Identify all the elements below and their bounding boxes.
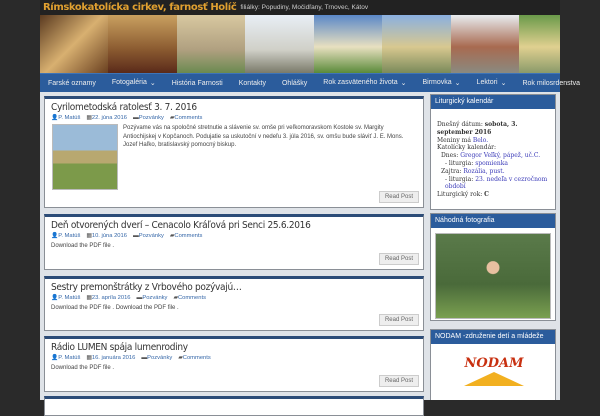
saint-link[interactable]: Gregor Veľký, pápež, uč.C. xyxy=(460,152,540,159)
post-thumbnail[interactable] xyxy=(52,124,118,190)
nav-item[interactable]: Fotogaléria ⌄ xyxy=(104,79,164,87)
post-title[interactable]: Cyrilometodská ratolesť 3. 7. 2016 xyxy=(51,102,417,113)
post-title[interactable]: Rádio LUMEN spája lumenrodiny xyxy=(51,342,417,353)
names-link[interactable]: Belo. xyxy=(473,137,488,144)
post-card: Deň otvorených dverí – Cenacolo Kráľová … xyxy=(44,214,424,270)
content-area: Cyrilometodská ratolesť 3. 7. 2016 👤P. M… xyxy=(40,92,560,416)
nav-item[interactable]: Farské oznamy xyxy=(40,80,104,87)
nav-item[interactable]: Rok milosrdenstva xyxy=(514,80,588,87)
nav-item[interactable]: Kontakty xyxy=(231,80,274,87)
post-card xyxy=(44,396,424,416)
chevron-down-icon: ⌄ xyxy=(500,80,507,87)
post-excerpt: Pozývame vás na spoločné stretnutie a sl… xyxy=(123,125,404,149)
nav-item[interactable]: Lektori ⌄ xyxy=(469,79,515,87)
saint-link[interactable]: Rozália, pust. xyxy=(463,168,504,175)
post-card: Sestry premonštrátky z Vrbového pozývajú… xyxy=(44,276,424,331)
read-post-button[interactable]: Read Post xyxy=(378,191,419,203)
post-card: Cyrilometodská ratolesť 3. 7. 2016 👤P. M… xyxy=(44,96,424,208)
post-excerpt: Download the PDF file . Download the PDF… xyxy=(51,305,179,311)
post-title[interactable]: Sestry premonštrátky z Vrbového pozývajú… xyxy=(51,282,417,293)
chevron-down-icon: ⌄ xyxy=(400,80,407,87)
page: Rímskokatolícka cirkev, farnosť Holíč fi… xyxy=(40,0,580,416)
liturgical-calendar-widget: Liturgický kalendár Dnešný dátum: sobota… xyxy=(430,94,556,210)
random-photo-widget: Náhodná fotografia xyxy=(430,213,556,321)
nodam-logo[interactable]: NODAM xyxy=(431,350,555,390)
chevron-down-icon: ⌄ xyxy=(149,80,156,87)
header-banner xyxy=(40,15,560,73)
nodam-widget: NODAM -združenie detí a mládeže NODAM xyxy=(430,329,556,400)
widget-title: Liturgický kalendár xyxy=(431,95,555,109)
read-post-button[interactable]: Read Post xyxy=(378,253,419,265)
liturgy-link[interactable]: spomienka xyxy=(475,160,508,167)
widget-title: Náhodná fotografia xyxy=(431,214,555,228)
random-photo[interactable] xyxy=(435,233,551,319)
site-title[interactable]: Rímskokatolícka cirkev, farnosť Holíč xyxy=(43,2,237,13)
read-post-button[interactable]: Read Post xyxy=(378,314,419,326)
nav-item[interactable]: Birmovka ⌄ xyxy=(414,79,468,87)
post-card: Rádio LUMEN spája lumenrodiny 👤P. Matúš ▦… xyxy=(44,336,424,392)
widget-title: NODAM -združenie detí a mládeže xyxy=(431,330,555,344)
chevron-down-icon: ⌄ xyxy=(454,80,461,87)
site-header: Rímskokatolícka cirkev, farnosť Holíč fi… xyxy=(40,0,560,15)
nav-item[interactable]: Ohlášky xyxy=(274,80,315,87)
post-excerpt: Download the PDF file . xyxy=(51,243,115,249)
site-description: filiálky: Popudiny, Močidľany, Trnovec, … xyxy=(240,4,369,11)
main-nav: Farské oznamy Fotogaléria ⌄ História Farn… xyxy=(40,73,580,92)
post-title[interactable]: Deň otvorených dverí – Cenacolo Kráľová … xyxy=(51,220,417,231)
nav-item[interactable]: História Farnosti xyxy=(164,80,231,87)
nav-item[interactable]: Rok zasväteného života ⌄ xyxy=(315,79,414,87)
read-post-button[interactable]: Read Post xyxy=(378,375,419,387)
post-excerpt: Download the PDF file . xyxy=(51,365,115,371)
